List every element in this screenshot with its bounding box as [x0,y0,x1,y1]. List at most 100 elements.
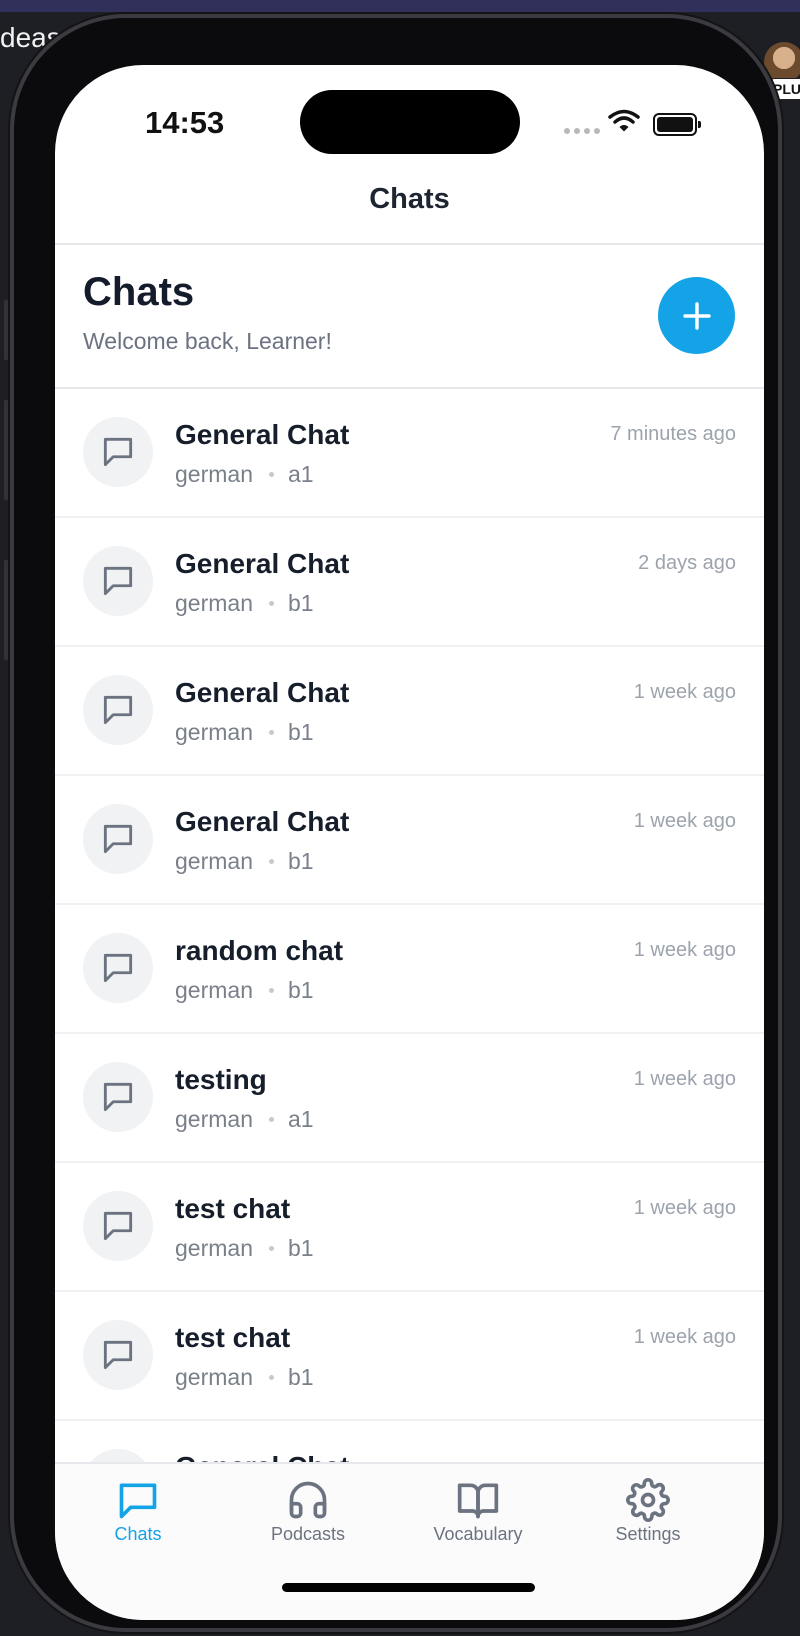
app-screen: 14:53 Chats Chats Welcome back, Learner!… [55,65,764,1620]
tab-label-chats: Chats [114,1524,162,1544]
tab-vocabulary[interactable]: Vocabulary [393,1478,563,1562]
chat-timestamp: 1 week ago [633,939,736,961]
meta-separator-dot [268,988,274,993]
message-square-icon [103,953,133,983]
chat-meta: german b1 [175,719,314,746]
battery-icon [653,113,701,136]
tab-label-vocabulary: Vocabulary [433,1524,523,1544]
chat-avatar [83,675,153,745]
desktop-window-edge [4,560,10,660]
chat-meta: german b1 [175,590,314,617]
new-chat-button[interactable] [658,277,735,354]
meta-separator-dot [268,1117,274,1122]
chat-level: b1 [287,848,314,874]
meta-separator-dot [268,730,274,735]
chat-title: test chat [175,1322,291,1353]
chat-level: b1 [287,719,314,745]
chat-list-item[interactable]: General Chat german b1 1 week ago [55,776,764,905]
home-indicator [282,1583,535,1592]
chat-title: General Chat [175,806,350,837]
gear-icon [626,1478,670,1522]
desktop-top-bar [0,0,800,12]
chat-language: german [175,719,253,745]
tab-label-settings: Settings [615,1524,681,1544]
chat-level: a1 [287,1106,314,1132]
message-square-icon [103,1211,133,1241]
chat-meta: german b1 [175,977,314,1004]
tab-podcasts[interactable]: Podcasts [223,1478,393,1562]
chat-timestamp: 2 days ago [638,552,736,574]
chat-timestamp: 1 week ago [633,810,736,832]
chat-timestamp: 1 week ago [633,1068,736,1090]
chat-avatar [83,1449,153,1462]
nav-divider [55,243,764,245]
chat-title: General Chat [175,1451,349,1462]
message-square-icon [103,437,133,467]
welcome-subtitle: Welcome back, Learner! [83,328,332,354]
tab-chats[interactable]: Chats [55,1478,223,1562]
desktop-window-edge [4,400,10,500]
chat-level: b1 [287,590,314,616]
phone-frame: 14:53 Chats Chats Welcome back, Learner!… [14,18,778,1628]
chat-language: german [175,461,253,487]
meta-separator-dot [268,601,274,606]
chat-list-item[interactable]: test chat german b1 1 week ago [55,1163,764,1292]
message-square-icon [103,566,133,596]
chat-language: german [175,590,253,616]
plus-icon [682,301,711,330]
meta-separator-dot [268,859,274,864]
chat-list-item[interactable]: testing german a1 1 week ago [55,1034,764,1163]
chat-timestamp: 1 week ago [633,1197,736,1219]
desktop-user-avatar [764,42,800,82]
chat-avatar [83,417,153,487]
chat-list-item[interactable]: General Chat german a1 7 minutes ago [55,389,764,518]
chat-title: General Chat [175,419,350,450]
headphones-icon [289,1481,327,1519]
chat-language: german [175,977,253,1003]
chat-list-item[interactable]: random chat german b1 1 week ago [55,905,764,1034]
chat-language: german [175,1106,253,1132]
chat-title: random chat [175,935,344,966]
book-icon [457,1483,499,1519]
chat-list-item[interactable]: General Chat german b1 2 days ago [55,518,764,647]
message-square-icon [103,695,133,725]
chat-meta: german b1 [175,1235,314,1262]
page-title: Chats [83,270,195,314]
chat-avatar [83,1062,153,1132]
chat-title: General Chat [175,548,350,579]
chat-avatar [83,546,153,616]
chat-meta: german a1 [175,1106,314,1133]
chat-title: General Chat [175,677,350,708]
chat-language: german [175,1364,253,1390]
chat-list: General Chat german a1 7 minutes ago General… [55,389,764,1462]
chat-avatar [83,933,153,1003]
chat-level: b1 [287,1364,314,1390]
chat-language: german [175,1235,253,1261]
status-time: 14:53 [145,105,225,140]
meta-separator-dot [268,1375,274,1380]
meta-separator-dot [268,1246,274,1251]
chat-meta: german a1 [175,461,314,488]
wifi-icon [608,109,640,132]
chat-bubble-icon [119,1483,157,1519]
tab-settings[interactable]: Settings [563,1478,733,1562]
chat-avatar [83,1320,153,1390]
message-square-icon [103,1082,133,1112]
chat-timestamp: 7 minutes ago [610,423,736,445]
chat-meta: german b1 [175,848,314,875]
chat-list-item[interactable]: General Chat [55,1421,764,1462]
chat-title: testing [175,1064,267,1095]
message-square-icon [103,1340,133,1370]
chat-avatar [83,804,153,874]
cellular-signal-icon [564,128,600,134]
desktop-window-edge [4,300,10,360]
chat-timestamp: 1 week ago [633,681,736,703]
chat-level: b1 [287,1235,314,1261]
chat-timestamp: 1 week ago [633,1326,736,1348]
chat-level: b1 [287,977,314,1003]
dynamic-island [300,90,520,154]
nav-title: Chats [369,183,450,215]
chat-list-item[interactable]: General Chat german b1 1 week ago [55,647,764,776]
chat-list-item[interactable]: test chat german b1 1 week ago [55,1292,764,1421]
tab-bar: Chats Podcasts Vocabulary Settings [55,1462,764,1620]
